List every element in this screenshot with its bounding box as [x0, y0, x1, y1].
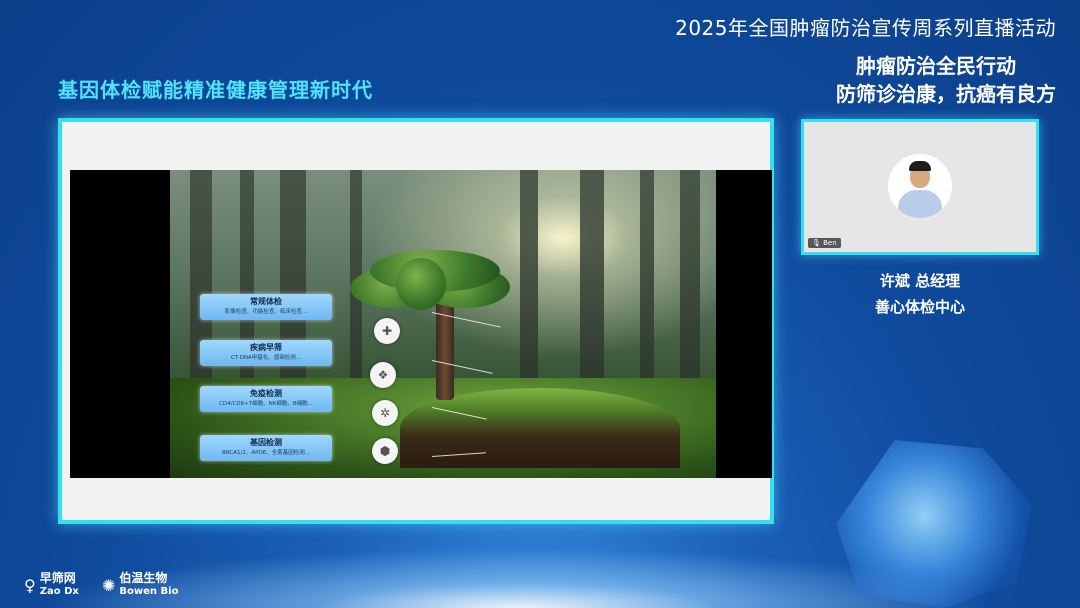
zaodx-logo-en: Zao Dx	[39, 586, 79, 597]
item-subtitle: CT-DNA甲基化、感染检测...	[230, 355, 302, 361]
item-immune-test: 免疫检测 CD4/CD8+T细胞、NK细胞、B细胞...	[200, 386, 332, 412]
item-subtitle: 影像检查、功能检查、临床检查...	[224, 309, 308, 315]
item-gene-test: 基因检测 BRCA1/2、APOE、全套基因检测...	[200, 435, 332, 461]
item-title: 免疫检测	[250, 389, 282, 398]
crystal-globe-decoration	[836, 440, 1032, 608]
mic-icon: 🎙	[812, 239, 821, 247]
broadcast-title: 2025年全国肿瘤防治宣传周系列直播活动	[675, 16, 1056, 40]
item-early-screening: 疾病早筛 CT-DNA甲基化、感染检测...	[200, 340, 332, 366]
routine-exam-node: ✚	[374, 318, 400, 344]
speaker-avatar	[888, 154, 952, 218]
item-routine-exam: 常规体检 影像检查、功能检查、临床检查...	[200, 294, 332, 320]
presentation-slide: ✚ ❖ ✲ ⬢ 常规体检 影像检查、功能检查、临床检查... 疾病早筛 CT-D…	[70, 170, 772, 478]
shared-screen-frame: ✚ ❖ ✲ ⬢ 常规体检 影像检查、功能检查、临床检查... 疾病早筛 CT-D…	[58, 118, 774, 524]
participant-name: Ben	[823, 239, 837, 247]
bowen-logo-icon: ✺	[102, 575, 116, 595]
bowen-logo-cn: 伯温生物	[119, 571, 168, 585]
speaker-organization: 善心体检中心	[874, 298, 965, 316]
slogan-line-1: 肿瘤防治全民行动	[856, 54, 1016, 78]
zaodx-logo: ♀ 早筛网 Zao Dx	[24, 572, 79, 598]
gene-test-node: ⬢	[372, 438, 398, 464]
immune-test-node: ✲	[372, 400, 398, 426]
topic-title: 基因体检赋能精准健康管理新时代	[58, 78, 373, 102]
zaodx-logo-icon: ♀	[24, 575, 36, 595]
forest-tree-illustration: ✚ ❖ ✲ ⬢	[170, 170, 716, 478]
item-title: 疾病早筛	[250, 343, 282, 352]
bowen-logo: ✺ 伯温生物 Bowen Bio	[102, 572, 178, 598]
item-title: 基因检测	[250, 438, 282, 447]
slogan-line-2: 防筛诊治康，抗癌有良方	[836, 82, 1056, 106]
speaker-name-title: 许斌 总经理	[879, 272, 961, 290]
speaker-video-tile[interactable]: 🎙 Ben	[801, 119, 1039, 255]
item-title: 常规体检	[250, 297, 282, 306]
early-screening-node: ❖	[370, 362, 396, 388]
bowen-logo-en: Bowen Bio	[119, 586, 179, 597]
item-subtitle: BRCA1/2、APOE、全套基因检测...	[222, 450, 310, 456]
zaodx-logo-cn: 早筛网	[39, 571, 76, 585]
item-subtitle: CD4/CD8+T细胞、NK细胞、B细胞...	[219, 401, 313, 407]
participant-name-tag: 🎙 Ben	[808, 238, 841, 248]
